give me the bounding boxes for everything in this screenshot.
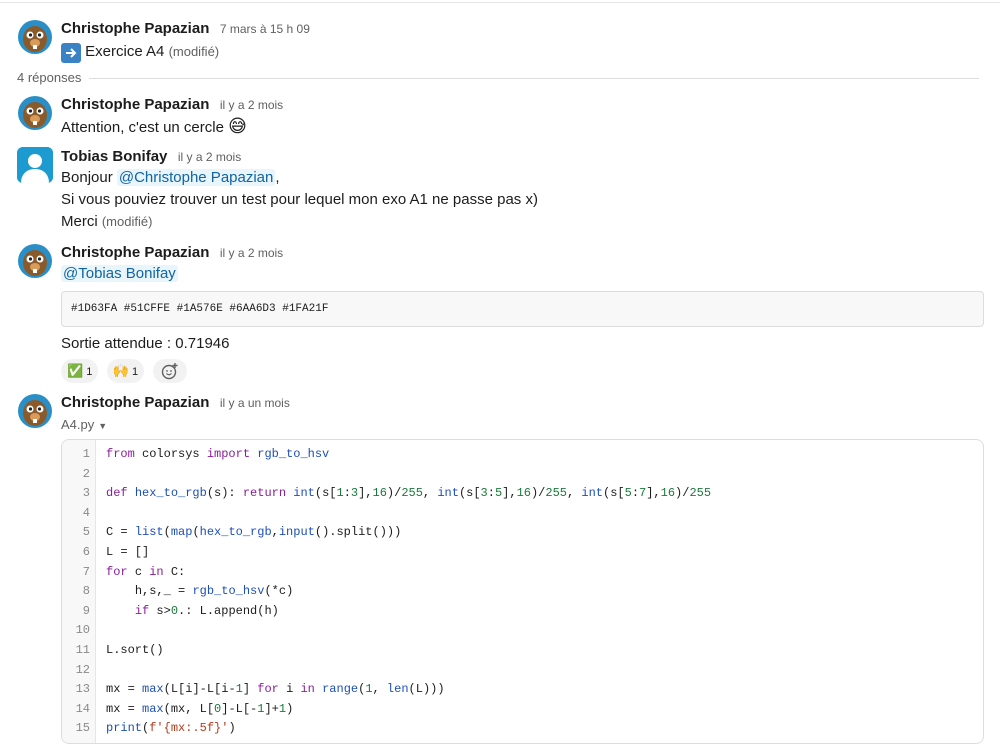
code-text: from colorsys import rgb_to_hsv — [106, 447, 330, 461]
code-line: 6 L = [] — [62, 543, 983, 563]
timestamp[interactable]: il y a 2 mois — [220, 246, 283, 260]
code-text: mx = max(mx, L[0]-L[-1]+1) — [106, 701, 294, 716]
check-mark-emoji: ✅ — [67, 363, 84, 378]
author-name[interactable]: Christophe Papazian — [61, 394, 209, 411]
timestamp[interactable]: il y a 2 mois — [178, 150, 241, 164]
avatar-beaver[interactable] — [17, 393, 53, 429]
code-snippet[interactable]: #1D63FA #51CFFE #1A576E #6AA6D3 #1FA21F — [61, 291, 984, 327]
line-number: 15 — [75, 721, 90, 736]
author-name[interactable]: Christophe Papazian — [61, 96, 209, 113]
line-number: 9 — [82, 603, 90, 618]
code-text: L = [] — [106, 544, 150, 559]
code-text: def hex_to_rgb(s): return int(s[1:3],16)… — [106, 486, 712, 501]
file-name-toggle[interactable]: A4.py ▼ — [61, 415, 984, 435]
line-number: 8 — [82, 584, 90, 599]
edited-label: (modifié) — [101, 214, 153, 229]
code-line: 12 — [62, 661, 983, 681]
line-number: 2 — [82, 466, 90, 481]
reactions-bar: ✅ 1 🙌 1 — [61, 359, 984, 383]
code-line: 4 — [62, 504, 983, 524]
caret-down-icon[interactable]: ▼ — [98, 416, 107, 436]
code-text: L.sort() — [106, 642, 164, 657]
avatar-beaver[interactable] — [17, 243, 53, 279]
code-text: h,s,_ = rgb_to_hsv(*c) — [134, 584, 294, 599]
line-number: 4 — [82, 505, 90, 520]
line-number: 10 — [75, 623, 90, 638]
code-line: 7 for c in C: — [62, 563, 983, 583]
raised-hands-emoji: 🙌 — [112, 363, 129, 378]
code-line: 10 — [62, 621, 983, 641]
reaction-count: 1 — [86, 366, 93, 378]
parent-message[interactable]: Christophe Papazian 7 mars à 15 h 09 Exe… — [17, 19, 984, 63]
avatar-default[interactable] — [17, 147, 53, 183]
line-number: 6 — [82, 544, 90, 559]
reply-message[interactable]: Christophe Papazian il y a 2 mois @Tobia… — [17, 243, 984, 383]
code-line: 5 C = list(map(hex_to_rgb,input().split()… — [62, 523, 983, 543]
code-text: for c in C: — [106, 564, 186, 579]
code-line: 2 — [62, 465, 983, 485]
message-text: Bonjour — [61, 169, 117, 186]
code-text: mx = max(L[i]-L[i-1] for i in range(1, l… — [106, 682, 445, 697]
line-number: 13 — [75, 682, 90, 697]
message-text: Sortie attendue : 0.71946 — [61, 335, 230, 352]
file-name[interactable]: A4.py — [61, 417, 94, 432]
code-text: if s>0.: L.append(h) — [134, 603, 279, 618]
timestamp[interactable]: il y a 2 mois — [220, 98, 283, 112]
code-text: C = list(map(hex_to_rgb,input().split())… — [106, 525, 402, 540]
top-divider — [0, 2, 1000, 3]
code-line: 8 h,s,_ = rgb_to_hsv(*c) — [62, 582, 983, 602]
message-text: , — [275, 169, 280, 186]
sweat-smile-emoji: 😅 — [228, 116, 247, 136]
reaction-raised-hands[interactable]: 🙌 1 — [106, 359, 145, 383]
avatar-beaver[interactable] — [17, 95, 53, 131]
timestamp[interactable]: il y a un mois — [220, 396, 290, 410]
arrow-right-icon — [61, 43, 81, 63]
divider-line — [87, 78, 979, 79]
add-emoji-icon — [161, 363, 178, 380]
add-reaction-button[interactable] — [152, 359, 187, 383]
line-number: 12 — [75, 662, 90, 677]
reply-message[interactable]: Tobias Bonifay il y a 2 mois Bonjour @Ch… — [17, 147, 984, 235]
replies-count: 4 réponses — [17, 70, 90, 85]
reply-message[interactable]: Christophe Papazian il y a 2 mois Attent… — [17, 95, 984, 141]
author-name[interactable]: Christophe Papazian — [61, 244, 209, 261]
code-line: 1 from colorsys import rgb_to_hsv — [62, 445, 983, 465]
edited-label: (modifié) — [168, 44, 220, 59]
code-line: 13 mx = max(L[i]-L[i-1] for i in range(1,… — [62, 680, 983, 700]
reaction-count: 1 — [131, 366, 139, 378]
code-lines: 1 from colorsys import rgb_to_hsv 2 3 def he… — [62, 445, 983, 739]
code-line: 3 def hex_to_rgb(s): return int(s[1:3],16… — [62, 484, 983, 504]
code-block[interactable]: 1 from colorsys import rgb_to_hsv 2 3 def he… — [61, 439, 984, 744]
author-name[interactable]: Tobias Bonifay — [61, 148, 167, 165]
code-line: 14 mx = max(mx, L[0]-L[-1]+1) — [62, 700, 983, 720]
code-line: 15 print(f'{mx:.5f}') — [62, 719, 983, 739]
line-number: 1 — [82, 447, 90, 461]
line-number: 7 — [82, 564, 90, 579]
user-mention[interactable]: @Tobias Bonifay — [61, 265, 178, 282]
timestamp[interactable]: 7 mars à 15 h 09 — [220, 22, 310, 36]
code-line: 9 if s>0.: L.append(h) — [62, 602, 983, 622]
reaction-check[interactable]: ✅ 1 — [61, 359, 99, 383]
avatar-beaver[interactable] — [17, 19, 53, 55]
message-text: Attention, c'est un cercle — [61, 119, 224, 136]
code-text: print(f'{mx:.5f}') — [106, 721, 236, 736]
code-line: 11 L.sort() — [62, 641, 983, 661]
message-text: Exercice A4 — [85, 43, 165, 60]
reply-message[interactable]: Christophe Papazian il y a un mois A4.py… — [17, 393, 984, 433]
message-text: Si vous pouviez trouver un test pour leq… — [61, 191, 538, 208]
message-text: Merci — [61, 213, 98, 230]
author-name[interactable]: Christophe Papazian — [61, 20, 209, 37]
line-number: 3 — [82, 486, 90, 501]
line-number: 5 — [82, 525, 90, 540]
line-number: 11 — [75, 642, 90, 657]
replies-divider: 4 réponses — [17, 70, 979, 86]
line-number: 14 — [75, 701, 90, 716]
user-mention[interactable]: @Christophe Papazian — [116, 169, 276, 186]
